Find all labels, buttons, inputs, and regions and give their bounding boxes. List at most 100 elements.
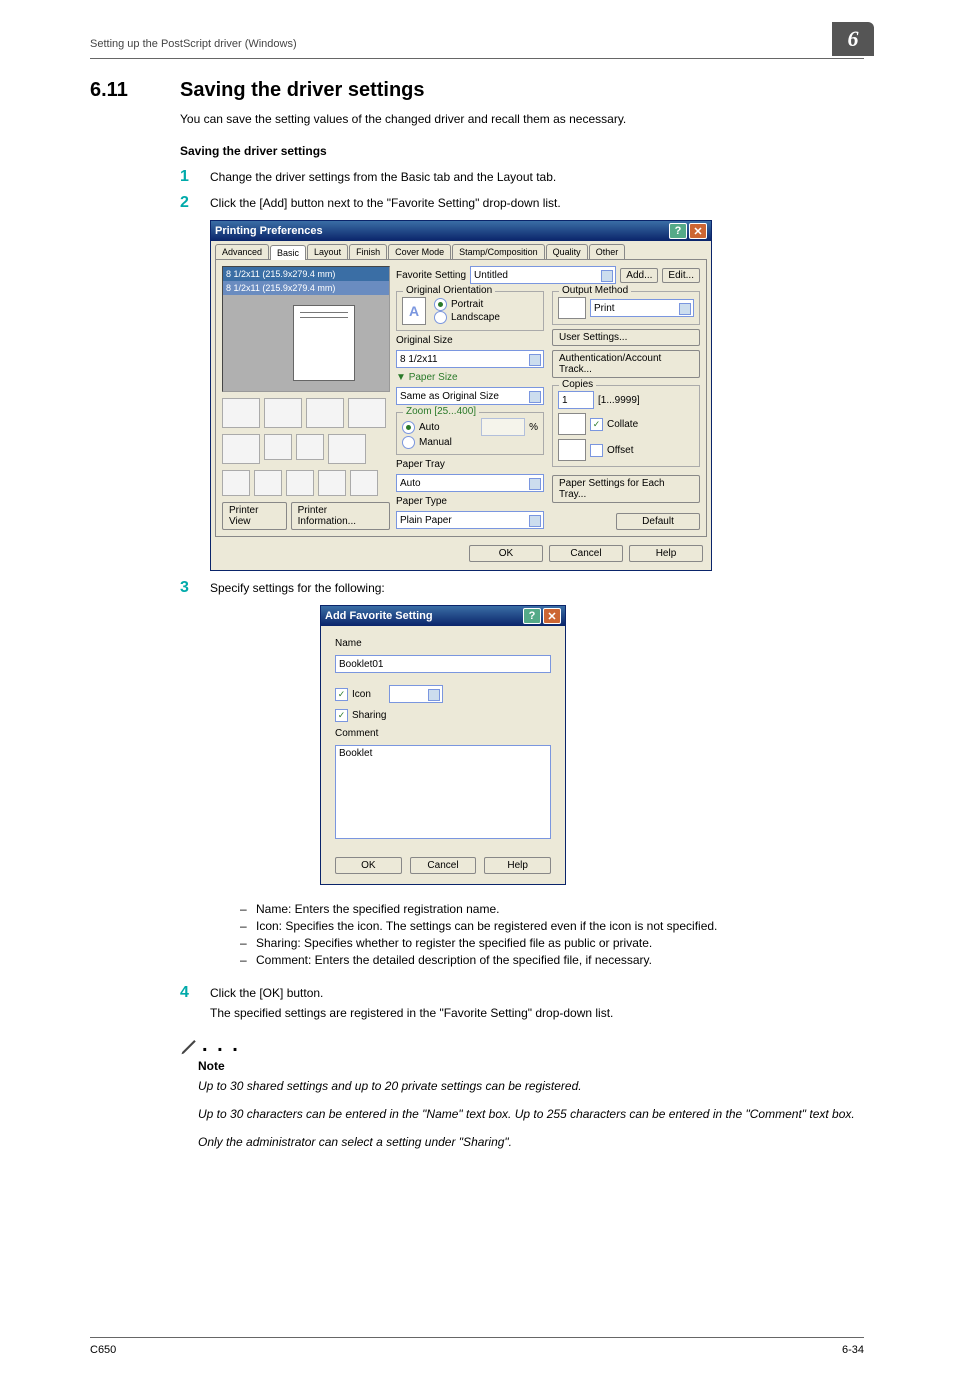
ok-button[interactable]: OK	[335, 857, 402, 874]
preview-icon[interactable]	[306, 398, 344, 428]
comment-textarea[interactable]: Booklet	[335, 745, 551, 839]
note-icon: . . .	[180, 1034, 864, 1057]
favorite-setting-dropdown[interactable]: Untitled	[470, 266, 616, 284]
icon-dropdown[interactable]	[389, 685, 443, 703]
close-icon[interactable]: ✕	[689, 223, 707, 239]
bullet-sharing: Sharing: Specifies whether to register t…	[240, 936, 717, 950]
preview-icon[interactable]	[348, 398, 386, 428]
step-number-2: 2	[180, 194, 210, 212]
tab-basic[interactable]: Basic	[270, 245, 306, 260]
orientation-group: Original Orientation A Portrait Landscap…	[396, 291, 544, 331]
output-method-dropdown[interactable]: Print	[590, 299, 694, 317]
close-icon[interactable]: ✕	[543, 608, 561, 624]
tab-strip: Advanced Basic Layout Finish Cover Mode …	[211, 241, 711, 259]
copies-group: Copies 1 [1...9999] ✓Collate Offset	[552, 385, 700, 467]
preview-icon[interactable]	[296, 434, 324, 460]
cancel-button[interactable]: Cancel	[410, 857, 477, 874]
sharing-checkbox[interactable]: ✓	[335, 709, 348, 722]
note-text-1: Up to 30 shared settings and up to 20 pr…	[198, 1077, 864, 1095]
tab-quality[interactable]: Quality	[546, 244, 588, 259]
name-input[interactable]: Booklet01	[335, 655, 551, 673]
dialog-title: Printing Preferences	[215, 225, 323, 237]
original-size-dropdown[interactable]: 8 1/2x11	[396, 350, 544, 368]
note-text-2: Up to 30 characters can be entered in th…	[198, 1105, 864, 1123]
step-1-text: Change the driver settings from the Basi…	[210, 170, 864, 184]
orientation-icon: A	[402, 297, 426, 325]
preview-area	[223, 295, 389, 391]
preview-icon-row-3	[222, 470, 390, 496]
collate-icon	[558, 413, 586, 435]
original-size-label: Original Size	[396, 335, 544, 346]
step-3-text: Specify settings for the following:	[210, 581, 864, 595]
preview-icon[interactable]	[254, 470, 282, 496]
section-title: Saving the driver settings	[180, 79, 425, 102]
preview-icon-row-1	[222, 398, 390, 428]
icon-checkbox[interactable]: ✓	[335, 688, 348, 701]
help-button[interactable]: Help	[484, 857, 551, 874]
step-number-3: 3	[180, 579, 210, 597]
step-number-4: 4	[180, 984, 210, 1002]
preview-icon[interactable]	[350, 470, 378, 496]
preview-icon[interactable]	[264, 398, 302, 428]
cancel-button[interactable]: Cancel	[549, 545, 623, 562]
comment-label: Comment	[335, 728, 551, 739]
section-number: 6.11	[90, 79, 180, 102]
zoom-value-field	[481, 418, 525, 436]
chapter-badge: 6	[832, 22, 874, 56]
subsection-heading: Saving the driver settings	[180, 144, 864, 158]
help-icon[interactable]: ?	[669, 223, 687, 239]
help-icon[interactable]: ?	[523, 608, 541, 624]
footer-right: 6-34	[842, 1344, 864, 1356]
user-settings-button[interactable]: User Settings...	[552, 329, 700, 346]
zoom-auto-radio[interactable]	[402, 421, 415, 434]
auth-button[interactable]: Authentication/Account Track...	[552, 350, 700, 378]
preview-icon[interactable]	[318, 470, 346, 496]
preview-icon[interactable]	[222, 398, 260, 428]
paper-type-dropdown[interactable]: Plain Paper	[396, 511, 544, 529]
name-label: Name	[335, 638, 551, 649]
default-button[interactable]: Default	[616, 513, 700, 530]
step-4-text: Click the [OK] button.	[210, 986, 864, 1000]
footer-left: C650	[90, 1344, 116, 1356]
tab-stamp[interactable]: Stamp/Composition	[452, 244, 545, 259]
printing-preferences-dialog: Printing Preferences ? ✕ Advanced Basic …	[210, 220, 712, 571]
dialog2-title: Add Favorite Setting	[325, 610, 433, 622]
preview-icon[interactable]	[264, 434, 292, 460]
paper-settings-tray-button[interactable]: Paper Settings for Each Tray...	[552, 475, 700, 503]
paper-size-dropdown[interactable]: Same as Original Size	[396, 387, 544, 405]
step-4b-text: The specified settings are registered in…	[210, 1006, 864, 1020]
preview-icon[interactable]	[222, 434, 260, 464]
preview-icon[interactable]	[328, 434, 366, 464]
tab-advanced[interactable]: Advanced	[215, 244, 269, 259]
landscape-radio[interactable]	[434, 311, 447, 324]
help-button[interactable]: Help	[629, 545, 703, 562]
add-button[interactable]: Add...	[620, 268, 658, 283]
printer-view-button[interactable]: Printer View	[222, 502, 287, 530]
collate-checkbox[interactable]: ✓	[590, 418, 603, 431]
offset-checkbox[interactable]	[590, 444, 603, 457]
tab-finish[interactable]: Finish	[349, 244, 387, 259]
offset-icon	[558, 439, 586, 461]
note-heading: Note	[198, 1059, 864, 1073]
tab-layout[interactable]: Layout	[307, 244, 348, 259]
tab-other[interactable]: Other	[589, 244, 626, 259]
favorite-setting-label: Favorite Setting	[396, 270, 466, 281]
preview-icon[interactable]	[222, 470, 250, 496]
zoom-manual-radio[interactable]	[402, 436, 415, 449]
edit-button[interactable]: Edit...	[662, 268, 700, 283]
bullet-comment: Comment: Enters the detailed description…	[240, 953, 717, 967]
preview-bar-2: 8 1/2x11 (215.9x279.4 mm)	[223, 281, 389, 295]
portrait-radio[interactable]	[434, 298, 447, 311]
note-text-3: Only the administrator can select a sett…	[198, 1133, 864, 1151]
output-method-group: Output Method Print	[552, 291, 700, 325]
paper-size-label: ▼ Paper Size	[396, 372, 544, 383]
icon-label: Icon	[352, 689, 371, 700]
ok-button[interactable]: OK	[469, 545, 543, 562]
step-number-1: 1	[180, 168, 210, 186]
printer-info-button[interactable]: Printer Information...	[291, 502, 390, 530]
tab-cover-mode[interactable]: Cover Mode	[388, 244, 451, 259]
copies-input[interactable]: 1	[558, 391, 594, 409]
paper-tray-dropdown[interactable]: Auto	[396, 474, 544, 492]
sharing-label: Sharing	[352, 710, 386, 721]
preview-icon[interactable]	[286, 470, 314, 496]
